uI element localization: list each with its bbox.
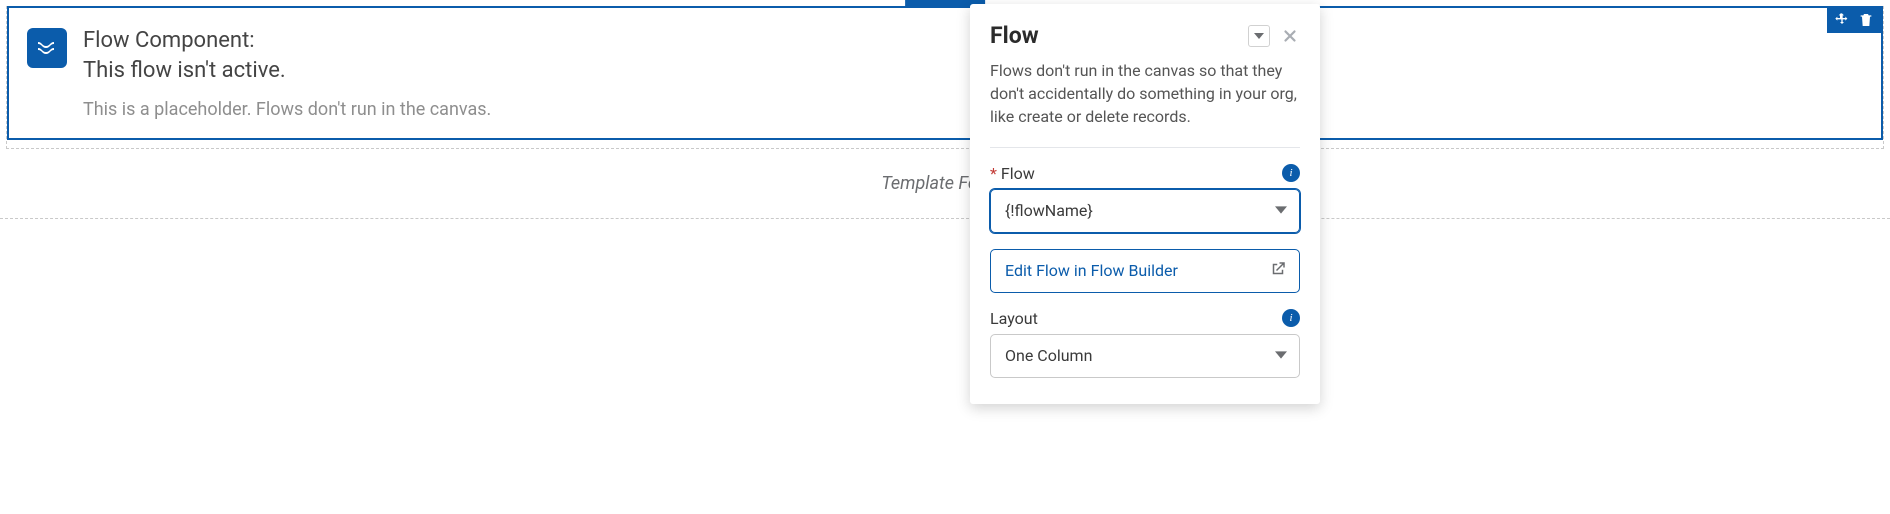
flow-component-card[interactable]: Flow Flow Component: This flow isn't act… <box>7 6 1883 140</box>
property-panel: Flow Flows don't run in the canvas so th… <box>970 4 1320 404</box>
edit-flow-label: Edit Flow in Flow Builder <box>1005 261 1178 280</box>
field-layout-label: Layout <box>990 309 1038 328</box>
field-flow-label: *Flow <box>990 164 1035 183</box>
field-layout: Layout i One Column <box>990 309 1300 378</box>
chevron-down-icon <box>1275 201 1287 220</box>
chevron-down-icon <box>1275 346 1287 365</box>
main-drop-region[interactable]: Flow Flow Component: This flow isn't act… <box>6 6 1884 149</box>
panel-menu-button[interactable] <box>1248 25 1270 47</box>
bolt-icon <box>917 0 931 1</box>
panel-title: Flow <box>990 22 1039 49</box>
panel-header: Flow <box>990 22 1300 49</box>
delete-icon[interactable] <box>1857 11 1875 29</box>
canvas-root: Flow Flow Component: This flow isn't act… <box>0 0 1890 219</box>
required-marker: * <box>990 164 997 183</box>
move-icon[interactable] <box>1833 11 1851 29</box>
info-icon[interactable]: i <box>1282 164 1300 182</box>
close-icon[interactable] <box>1280 26 1300 46</box>
template-footer-region[interactable]: Template Footer <box>0 149 1890 219</box>
panel-divider <box>990 147 1300 148</box>
flow-icon <box>27 28 67 68</box>
flow-select[interactable]: {!flowName} <box>990 189 1300 233</box>
external-link-icon <box>1269 260 1287 282</box>
field-edit-link: Edit Flow in Flow Builder <box>990 249 1300 293</box>
layout-select-value: One Column <box>1005 346 1092 365</box>
panel-description: Flows don't run in the canvas so that th… <box>990 59 1300 129</box>
flow-select-value: {!flowName} <box>1005 201 1093 220</box>
field-flow: *Flow i {!flowName} <box>990 164 1300 233</box>
info-icon[interactable]: i <box>1282 309 1300 327</box>
component-action-toolbar <box>1827 7 1881 33</box>
component-type-label: Flow <box>939 0 971 1</box>
panel-header-actions <box>1248 25 1300 47</box>
layout-select[interactable]: One Column <box>990 334 1300 378</box>
edit-flow-button[interactable]: Edit Flow in Flow Builder <box>990 249 1300 293</box>
